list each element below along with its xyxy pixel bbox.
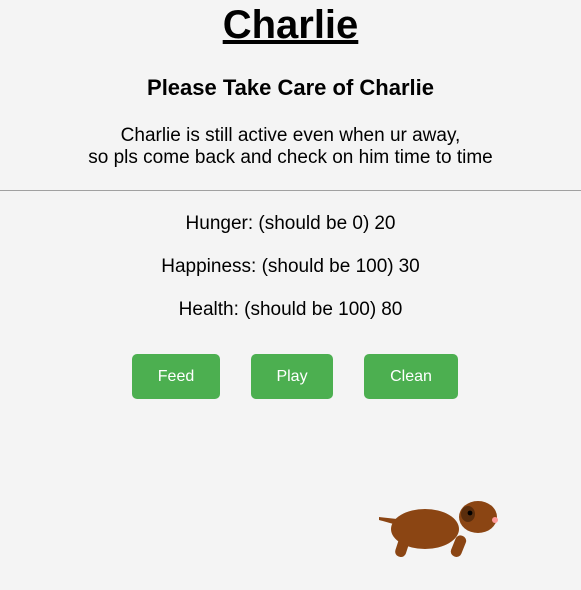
action-buttons: Feed Play Clean bbox=[0, 354, 581, 399]
happiness-value: 30 bbox=[398, 256, 420, 277]
dog-pet-icon bbox=[379, 501, 498, 558]
care-message-line-2: so pls come back and check on him time t… bbox=[88, 147, 493, 168]
play-button[interactable]: Play bbox=[251, 354, 333, 399]
clean-button[interactable]: Clean bbox=[364, 354, 458, 399]
dog-eye bbox=[467, 510, 473, 516]
happiness-stat: Happiness: (should be 100) 30 bbox=[0, 256, 581, 278]
care-message-line-1: Charlie is still active even when ur awa… bbox=[120, 125, 461, 146]
pet-name-title: Charlie bbox=[222, 3, 359, 47]
feed-button[interactable]: Feed bbox=[132, 354, 220, 399]
divider bbox=[0, 190, 581, 191]
care-subtitle: Please Take Care of Charlie bbox=[147, 75, 434, 100]
happiness-label: Happiness: (should be 100) bbox=[161, 256, 394, 277]
hunger-value: 20 bbox=[374, 213, 396, 234]
care-message: Charlie is still active even when ur awa… bbox=[0, 125, 581, 169]
health-stat: Health: (should be 100) 80 bbox=[0, 299, 581, 321]
health-value: 80 bbox=[381, 299, 403, 320]
health-label: Health: (should be 100) bbox=[178, 299, 377, 320]
dog-nose bbox=[492, 517, 498, 523]
dog-body bbox=[391, 509, 459, 549]
hunger-stat: Hunger: (should be 0) 20 bbox=[0, 213, 581, 235]
hunger-label: Hunger: (should be 0) bbox=[185, 213, 370, 234]
